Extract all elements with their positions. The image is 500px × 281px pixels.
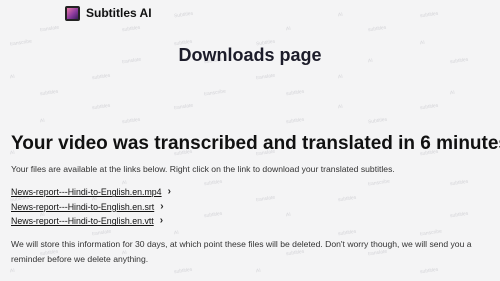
file-links: News-report---Hindi-to-English.en.mp4 › … — [11, 185, 171, 229]
watermark-text: AI — [449, 89, 456, 97]
watermark-text: subtitles — [419, 102, 439, 112]
watermark-text: subtitles — [337, 194, 357, 204]
watermark-text: AI — [173, 229, 180, 237]
watermark-text: subtitles — [121, 116, 141, 126]
watermark-text: transcribe — [203, 88, 227, 98]
watermark-text: subtitles — [39, 88, 59, 98]
watermark-text: AI — [39, 117, 46, 125]
logo-icon[interactable] — [65, 5, 80, 21]
watermark-text: AI — [337, 11, 344, 19]
watermark-text: subtitles — [285, 116, 305, 126]
chevron-right-icon: › — [159, 215, 164, 227]
watermark-text: AI — [337, 103, 344, 111]
file-link-srt[interactable]: News-report---Hindi-to-English.en.srt › — [11, 200, 171, 215]
chevron-right-icon: › — [160, 200, 164, 212]
chevron-right-icon: › — [167, 186, 171, 198]
watermark-text: subtitles — [337, 228, 357, 238]
watermark-text: Subtitles — [367, 116, 388, 126]
watermark-text: subtitles — [449, 210, 469, 220]
file-link-vtt[interactable]: News-report---Hindi-to-English.en.vtt › — [11, 214, 171, 229]
watermark-text: AI — [337, 73, 344, 81]
watermark-text: AI — [255, 267, 262, 275]
header: Subtitles AI — [65, 4, 152, 22]
page-title: Downloads page — [178, 45, 322, 65]
watermark-text: translate — [173, 102, 194, 112]
watermark-text: subtitles — [121, 24, 141, 34]
watermark-text: AI — [9, 267, 16, 275]
result-headline: Your video was transcribed and translate… — [11, 133, 500, 154]
file-name: News-report---Hindi-to-English.en.srt — [11, 201, 155, 212]
watermark-text: subtitles — [419, 266, 439, 276]
watermark-text: subtitles — [449, 178, 469, 188]
file-name: News-report---Hindi-to-English.en.vtt — [11, 216, 154, 227]
watermark-text: translate — [91, 228, 112, 238]
watermark-text: translate — [255, 194, 276, 204]
brand-name[interactable]: Subtitles AI — [86, 6, 152, 20]
file-link-mp4[interactable]: News-report---Hindi-to-English.en.mp4 › — [11, 185, 171, 200]
watermark-text: subtitles — [203, 210, 223, 220]
watermark-text: subtitles — [367, 24, 387, 34]
watermark-text: subtitles — [173, 266, 193, 276]
file-name: News-report---Hindi-to-English.en.mp4 — [11, 187, 162, 198]
watermark-text: AI — [285, 211, 292, 219]
watermark-text: subtitles — [91, 72, 111, 82]
intro-text: Your files are available at the links be… — [11, 164, 395, 174]
watermark-text: translate — [39, 24, 60, 34]
watermark-text: translate — [255, 72, 276, 82]
watermark-text: AI — [285, 25, 292, 33]
watermark-text: transcribe — [367, 178, 391, 188]
watermark-text: AI — [9, 73, 16, 81]
watermark-text: subtitles — [91, 102, 111, 112]
watermark-text: subtitles — [419, 10, 439, 20]
watermark-text: Subtitles — [173, 10, 194, 20]
watermark-text: subtitles — [285, 88, 305, 98]
retention-note: We will store this information for 30 da… — [11, 239, 472, 264]
watermark-text: subtitles — [203, 178, 223, 188]
